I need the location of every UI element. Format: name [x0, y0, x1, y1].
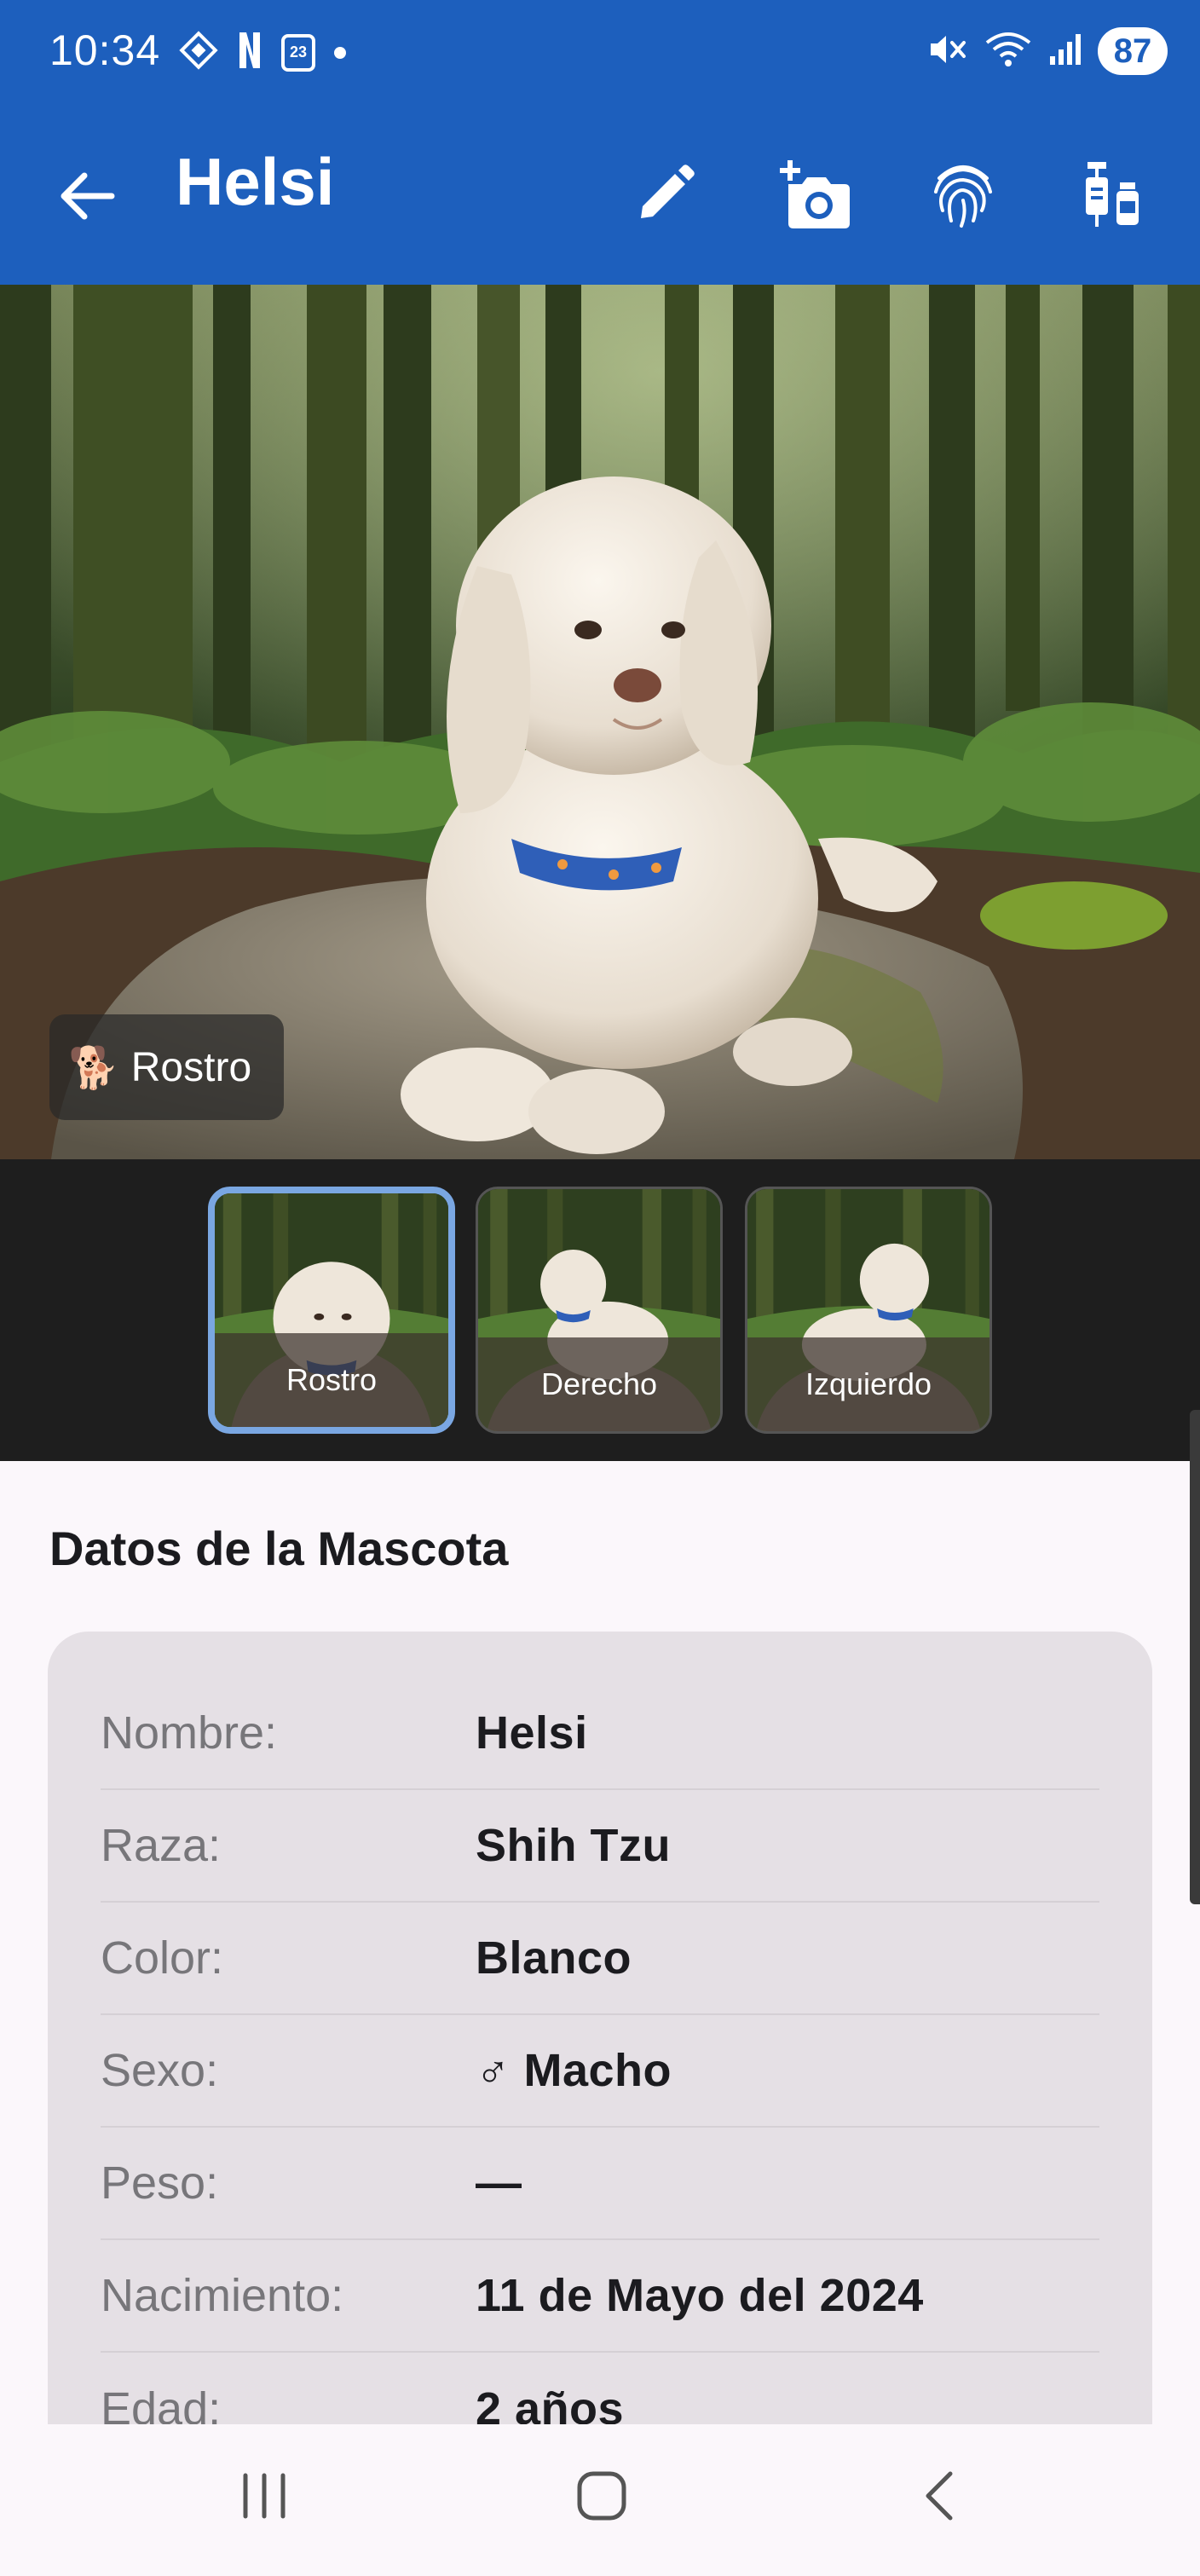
vaccine-icon [1081, 159, 1145, 234]
fingerprint-button[interactable] [912, 145, 1014, 247]
system-icons: 87 [927, 27, 1168, 75]
detail-label: Peso: [101, 2157, 219, 2209]
detail-label: Sexo: [101, 2045, 219, 2096]
thumbnail-label: Rostro [215, 1333, 448, 1427]
detail-row-color: Color: Blanco [101, 1903, 1099, 2015]
back-button[interactable] [44, 155, 130, 240]
thumbnail-derecho[interactable]: Derecho [476, 1187, 723, 1434]
edit-button[interactable] [614, 145, 716, 247]
detail-label: Color: [101, 1932, 224, 1984]
detail-value: — [476, 2157, 522, 2209]
section-title: Datos de la Mascota [49, 1522, 509, 1575]
detail-value: Helsi [476, 1707, 588, 1759]
detail-row-sexo: Sexo: ♂ Macho [101, 2015, 1099, 2128]
system-navigation-bar [0, 2424, 1200, 2576]
vaccine-button[interactable] [1062, 145, 1164, 247]
scrollbar[interactable] [1190, 1410, 1200, 1904]
add-photo-icon [776, 159, 853, 234]
photo-thumbnail-strip: Rostro Derecho Izquierdo [0, 1159, 1200, 1461]
pet-photo[interactable]: 🐕 Rostro [0, 285, 1200, 1159]
detail-row-peso: Peso: — [101, 2128, 1099, 2240]
detail-label: Nacimiento: [101, 2270, 344, 2321]
wifi-icon [984, 31, 1033, 72]
detail-value: ♂ Macho [476, 2045, 672, 2096]
thumbnail-label: Derecho [478, 1337, 720, 1431]
detail-label: Nombre: [101, 1707, 278, 1759]
app-bar: Helsi [0, 109, 1200, 285]
home-button[interactable] [551, 2455, 653, 2540]
signal-icon [1048, 32, 1082, 71]
status-bar: 10:34 23 87 [0, 0, 1200, 109]
arrow-back-icon [59, 170, 115, 226]
photo-angle-chip: 🐕 Rostro [49, 1014, 285, 1120]
thumbnail-izquierdo[interactable]: Izquierdo [745, 1187, 992, 1434]
edit-icon [632, 162, 697, 231]
detail-row-nacimiento: Nacimiento: 11 de Mayo del 2024 [101, 2240, 1099, 2353]
diamond-app-icon [179, 31, 218, 74]
chevron-left-icon [918, 2469, 961, 2527]
detail-label: Raza: [101, 1820, 222, 1871]
pet-details-card: Nombre: Helsi Raza: Shih Tzu Color: Blan… [48, 1632, 1152, 2501]
recent-apps-icon [237, 2470, 291, 2526]
detail-row-raza: Raza: Shih Tzu [101, 1790, 1099, 1903]
detail-value: 11 de Mayo del 2024 [476, 2270, 924, 2321]
status-time: 10:34 [49, 26, 161, 74]
more-notifications-dot [334, 46, 346, 59]
home-icon [574, 2469, 629, 2527]
detail-row-nombre: Nombre: Helsi [101, 1678, 1099, 1790]
thumbnail-rostro[interactable]: Rostro [208, 1187, 455, 1434]
mute-icon [927, 31, 968, 72]
detail-value: Shih Tzu [476, 1820, 671, 1871]
photo-angle-label: Rostro [130, 1044, 252, 1090]
recent-apps-button[interactable] [213, 2455, 315, 2540]
fingerprint-icon [931, 159, 995, 234]
dog-emoji-icon: 🐕 [68, 1045, 119, 1091]
battery-indicator: 87 [1098, 27, 1168, 75]
netflix-icon [237, 31, 262, 74]
thumbnail-label: Izquierdo [747, 1337, 989, 1431]
notification-icons: 23 [179, 31, 346, 74]
back-nav-button[interactable] [888, 2455, 990, 2540]
detail-value: Blanco [476, 1932, 632, 1984]
add-photo-button[interactable] [764, 145, 866, 247]
calendar-icon: 23 [281, 33, 315, 72]
page-title: Helsi [176, 144, 335, 219]
